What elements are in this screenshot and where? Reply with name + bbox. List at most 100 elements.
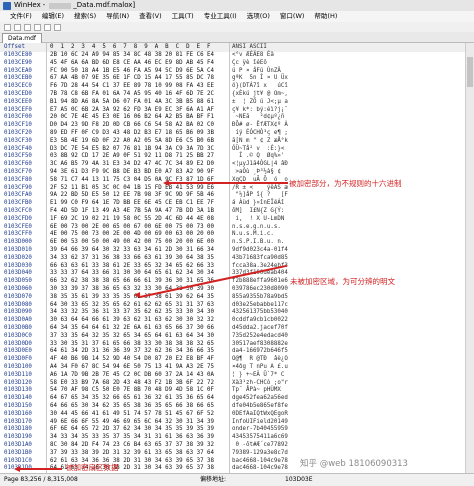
hex-bytes-cell[interactable]: 3C A6 B5 79 4A 31 E3 34 D2 47 4C 7C 34 8… [50, 161, 214, 169]
offset-cell[interactable]: 0103D1C0 [4, 458, 32, 466]
offset-cell[interactable]: 0103D080 [4, 302, 32, 310]
hex-bytes-cell[interactable]: 37 33 35 64 32 35 32 65 34 65 64 61 63 6… [50, 333, 214, 341]
ascii-text-cell[interactable]: 43453575411a6c69 [232, 434, 288, 442]
ascii-text-cell[interactable]: 0cddfa9cb1cb0022 [232, 317, 288, 325]
menu-item[interactable]: 搜索(S) [74, 11, 96, 22]
ascii-text-cell[interactable]: O@¶ R @TÐ âè¿O [232, 356, 288, 364]
hex-bytes-cell[interactable]: 58 E0 33 B9 7A 68 2D 43 48 43 F2 1B 3B 6… [50, 380, 214, 388]
offset-cell[interactable]: 0103D1A0 [4, 442, 32, 450]
hex-bytes-cell[interactable]: E7 A5 0C 6B 2A 3A 92 62 FD 3A E9 EC 3F 6… [50, 107, 214, 115]
offset-cell[interactable]: 0103CEA0 [4, 68, 32, 76]
ascii-text-cell[interactable]: bac4668-104c9e78 [232, 458, 288, 466]
toolbar-button-icon[interactable] [24, 23, 31, 31]
menu-item[interactable]: 窗口(W) [280, 11, 305, 22]
hex-bytes-cell[interactable]: 67 AA 4B 07 9E 35 6E 1F CD 15 A4 17 55 8… [50, 75, 214, 83]
ascii-text-cell[interactable]: n.s.e.g.n.u.s. [232, 224, 281, 232]
ascii-text-cell[interactable]: ÐÔ# ø- ËfÆTX¢º À [232, 122, 288, 130]
hex-bytes-cell[interactable]: E3 5B 4E 19 6D 0F 22 A0 A2 05 5A 8D E6 C… [50, 138, 214, 146]
offset-cell[interactable]: 0103CF10 [4, 122, 32, 130]
ascii-text-cell[interactable]: ã[N m " ¢ Z æÅ°k [232, 138, 288, 146]
offset-cell[interactable]: 0103CEC0 [4, 83, 32, 91]
offset-cell[interactable]: 0103D180 [4, 426, 32, 434]
ascii-text-cell[interactable]: N.u.s.M.i.c. [232, 231, 281, 239]
offset-cell[interactable]: 0103CFE0 [4, 224, 32, 232]
hex-bytes-cell[interactable]: 34 33 34 35 33 35 37 35 34 31 31 61 36 6… [50, 434, 214, 442]
menu-item[interactable]: 编辑(E) [42, 11, 64, 22]
ascii-text-cell[interactable]: onder-7b40455959 [232, 426, 288, 434]
offset-cell[interactable]: 0103D190 [4, 434, 32, 442]
hex-bytes-cell[interactable]: 20 0C 7E 4E 45 E3 0E 16 06 B2 64 A2 B5 B… [50, 114, 214, 122]
ascii-text-cell[interactable]: Tp¯ ÅPà~ pHÙMX [232, 387, 288, 395]
hex-bytes-cell[interactable]: 4E 00 75 00 73 00 2E 00 4D 00 69 00 63 0… [50, 231, 214, 239]
hex-bytes-cell[interactable]: 38 35 35 61 39 33 35 35 62 37 38 61 39 6… [50, 294, 214, 302]
hex-bytes-cell[interactable]: 2F 52 11 B1 05 3C 0C 04 1B 15 FD EB 41 5… [50, 185, 214, 193]
hex-bytes-cell[interactable]: 64 66 65 30 34 62 35 65 38 36 35 65 66 3… [50, 403, 214, 411]
menu-item[interactable]: 文件(F) [10, 11, 32, 22]
offset-cell[interactable]: 0103CFA0 [4, 192, 32, 200]
ascii-text-cell[interactable]: dac4668-104c9e78 [232, 465, 288, 473]
hex-bytes-cell[interactable]: 45 4F 6A 6A BD 6D E8 CE AA 46 EC E9 8D A… [50, 60, 214, 68]
ascii-text-cell[interactable]: 039786ec230d8090 [232, 286, 288, 294]
vertical-scrollbar[interactable] [465, 43, 474, 473]
offset-cell[interactable]: 0103D0C0 [4, 333, 32, 341]
hex-bytes-cell[interactable]: 8C 30 84 2D F4 74 23 C6 B4 63 65 37 37 3… [50, 442, 214, 450]
offset-cell[interactable]: 0103D020 [4, 255, 32, 263]
ascii-text-cell[interactable]: ¦ } +~EÂ Û`7* C [232, 372, 288, 380]
hex-bytes-cell[interactable]: 64 34 35 64 64 61 32 2E 6A 61 63 65 66 3… [50, 325, 214, 333]
offset-cell[interactable]: 0103D0E0 [4, 348, 32, 356]
toolbar-button-icon[interactable] [54, 23, 61, 31]
hex-bytes-cell[interactable]: D3 DC 7E 54 E5 B2 07 76 81 1B 94 3A C9 3… [50, 146, 214, 154]
offset-cell[interactable]: 0103CEB0 [4, 75, 32, 83]
hex-bytes-cell[interactable]: 49 6E 66 6F 55 49 46 69 65 6C 64 32 30 3… [50, 419, 214, 427]
ascii-text-cell[interactable]: 855a9355b78a9bd5 [232, 294, 288, 302]
hex-bytes-cell[interactable]: F6 7D 28 44 54 C1 37 EE 89 78 10 99 08 F… [50, 83, 214, 91]
offset-cell[interactable]: 0103D140 [4, 395, 32, 403]
ascii-text-cell[interactable]: <°v ÆÉÄE8 Éä [232, 52, 274, 60]
offset-cell[interactable]: 0103CF50 [4, 153, 32, 161]
menu-item[interactable]: 专业工具(I) [204, 11, 237, 22]
hex-bytes-cell[interactable]: 03 8B 92 CD 17 2E A9 0F 51 92 11 D8 71 2… [50, 153, 214, 161]
toolbar-button-icon[interactable] [44, 23, 51, 31]
offset-cell[interactable]: 0103D000 [4, 239, 32, 247]
toolbar-button-icon[interactable] [4, 23, 11, 31]
offset-cell[interactable]: 0103CFF0 [4, 231, 32, 239]
ascii-text-cell[interactable]: 735d252e4edacd40 [232, 333, 288, 341]
menu-item[interactable]: 选项(O) [247, 11, 270, 22]
offset-cell[interactable]: 0103D0D0 [4, 341, 32, 349]
ascii-text-cell[interactable]: á Àùd }»înEÎëÁî [232, 200, 288, 208]
hex-bytes-cell[interactable]: E1 99 C0 F9 64 1E 7D BB EE 6E 45 CE EB C… [50, 200, 214, 208]
ascii-text-cell[interactable]: ö}(DTÁ7î x úCî [232, 83, 288, 91]
hex-bytes-cell[interactable]: 6F 6E 64 65 72 2D 37 62 34 30 34 35 35 3… [50, 426, 214, 434]
ascii-text-cell[interactable]: <¦µyJ1ã4ÒGL|4 âÐ [232, 161, 288, 169]
tab-data-mdf[interactable]: Data.mdf [2, 33, 42, 43]
toolbar-button-icon[interactable] [14, 23, 21, 31]
ascii-text-cell[interactable]: ± ¦ ZÖ ú J<;µ a [232, 99, 288, 107]
offset-cell[interactable]: 0103D060 [4, 286, 32, 294]
offset-cell[interactable]: 0103CF20 [4, 130, 32, 138]
offset-cell[interactable]: 0103CFD0 [4, 216, 32, 224]
offset-cell[interactable]: 0103D170 [4, 419, 32, 427]
ascii-text-cell[interactable]: InfoUIField20149 [232, 419, 288, 427]
offset-cell[interactable]: 0103D1B0 [4, 450, 32, 458]
ascii-text-cell[interactable]: 0DEfAaIQtWxQEgoR [232, 411, 288, 419]
offset-cell[interactable]: 0103D160 [4, 411, 32, 419]
offset-cell[interactable]: 0103D070 [4, 294, 32, 302]
menu-item[interactable]: 查看(V) [139, 11, 162, 22]
ascii-text-cell[interactable]: dfe04b5e865ef8fe [232, 403, 288, 411]
hex-bytes-cell[interactable]: 66 63 63 61 33 38 61 2E 33 65 32 34 65 6… [50, 263, 214, 271]
offset-cell[interactable]: 0103D030 [4, 263, 32, 271]
ascii-text-cell[interactable]: d03e25ebabbe117c [232, 302, 288, 310]
hex-bytes-cell[interactable]: 30 63 64 64 66 61 39 63 62 31 63 62 30 3… [50, 317, 214, 325]
hex-bytes-cell[interactable]: 34 33 32 35 36 31 33 37 35 62 62 35 33 3… [50, 309, 214, 317]
offset-cell[interactable]: 0103CF80 [4, 177, 32, 185]
hex-bytes-cell[interactable]: 30 44 45 66 41 61 49 51 74 57 78 51 45 6… [50, 411, 214, 419]
offset-cell[interactable]: 0103D050 [4, 278, 32, 286]
scrollbar-thumb[interactable] [467, 57, 473, 87]
hex-bytes-cell[interactable]: 37 39 33 38 39 2D 31 32 39 61 33 65 38 6… [50, 450, 214, 458]
ascii-text-cell[interactable]: dge452fea62a56ed [232, 395, 288, 403]
ascii-text-cell[interactable]: íÿ ÉÓCHÒ³ç e¶ ; [232, 130, 287, 138]
hex-bytes-cell[interactable]: F4 4D 5D 1F 13 49 A3 4E 7B 5A 9A 47 7B D… [50, 208, 214, 216]
hex-bytes-cell[interactable]: 4F 40 B6 9B 14 52 9D 40 54 D0 87 20 E2 E… [50, 356, 214, 364]
offset-cell[interactable]: 0103D130 [4, 387, 32, 395]
ascii-text-cell[interactable]: ¤4ðg T nPu A £.u [232, 364, 288, 372]
